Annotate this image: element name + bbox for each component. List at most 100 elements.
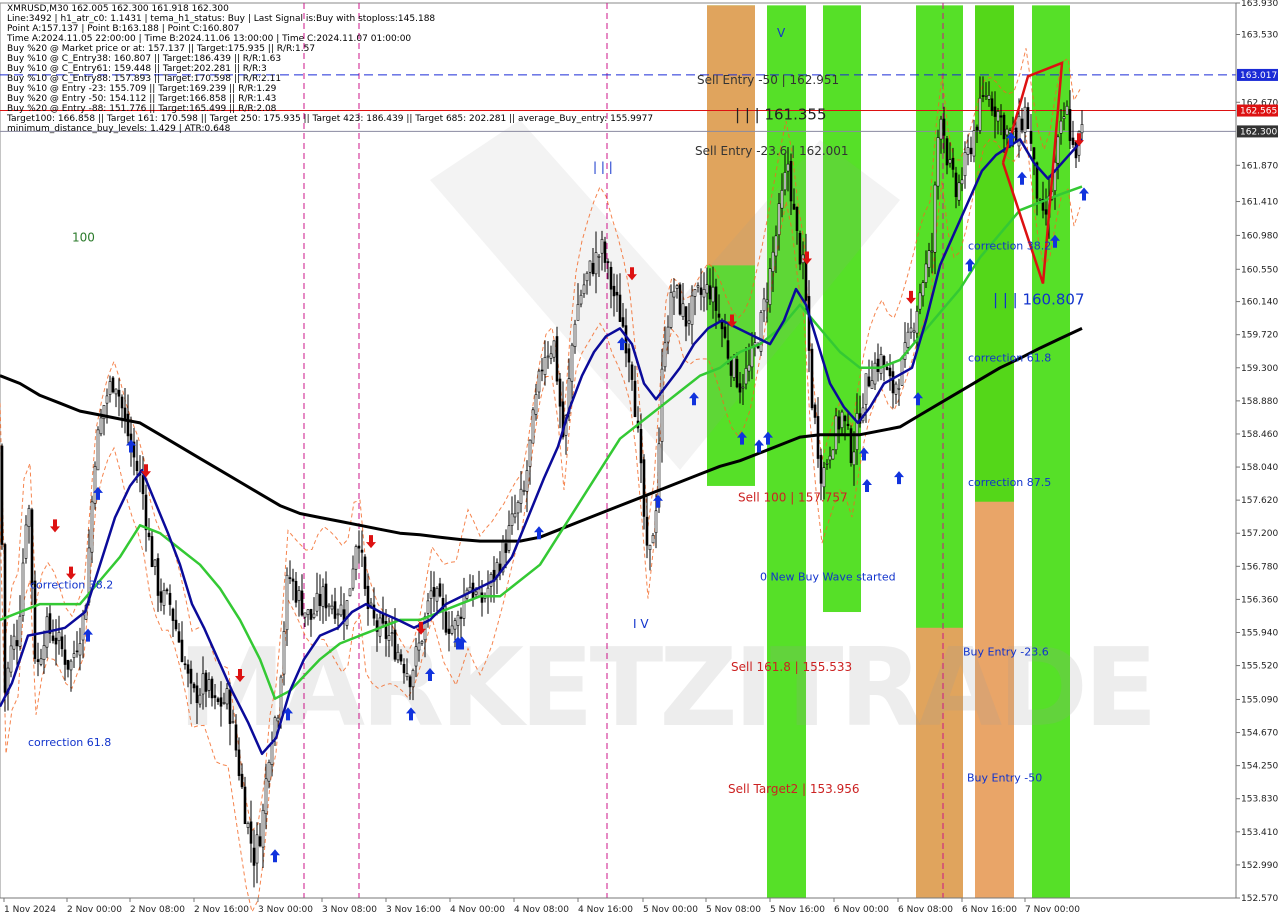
chart-annotation: Sell Entry -50 | 162.951 xyxy=(697,73,839,87)
candle-body xyxy=(216,698,220,702)
candle-body xyxy=(780,190,784,209)
candle-body xyxy=(972,130,976,157)
candle-body xyxy=(420,640,424,644)
candle-body xyxy=(843,415,847,422)
price-tick-label: 160.550 xyxy=(1241,265,1278,275)
candle-body xyxy=(399,654,403,662)
candle-body xyxy=(294,580,298,603)
candle-body xyxy=(915,311,919,334)
chart-annotation: | | | xyxy=(593,160,613,174)
candle-body xyxy=(438,583,442,597)
time-tick-label: 3 Nov 16:00 xyxy=(386,905,441,915)
candle-body xyxy=(99,417,103,435)
candle-body xyxy=(228,689,232,724)
info-line: Point A:157.137 | Point B:163.188 | Poin… xyxy=(7,24,240,34)
candle-body xyxy=(156,558,160,596)
price-tick-label: 158.460 xyxy=(1241,430,1278,440)
candle-body xyxy=(900,357,904,386)
time-tick-label: 6 Nov 08:00 xyxy=(898,905,953,915)
candle-body xyxy=(246,823,250,828)
signal-zone xyxy=(767,5,806,898)
candle-body xyxy=(318,594,322,606)
candle-body xyxy=(66,659,70,670)
candle-body xyxy=(810,348,814,409)
candle-body xyxy=(948,159,952,164)
candle-body xyxy=(654,510,658,534)
candle-body xyxy=(528,439,532,467)
candle-body xyxy=(201,673,205,695)
candle-body xyxy=(417,642,421,651)
candle-body xyxy=(510,513,514,526)
chart-window: { "colors": { "bull_candle": "#000000", … xyxy=(0,0,1280,920)
candle-body xyxy=(984,95,988,97)
candle-body xyxy=(276,717,280,722)
candle-body xyxy=(192,683,196,689)
candle-body xyxy=(180,639,184,662)
candle-body xyxy=(720,321,724,330)
candle-body xyxy=(924,263,928,283)
candle-body xyxy=(411,670,415,688)
candle-body xyxy=(408,676,412,688)
candle-body xyxy=(624,325,628,354)
candle-body xyxy=(957,182,961,201)
candle-body xyxy=(1068,109,1072,142)
price-chart[interactable]: MARKETZITRADESell Entry -50 | 162.951| |… xyxy=(0,0,1280,920)
time-tick-label: 4 Nov 16:00 xyxy=(578,905,633,915)
price-tick-label: 161.410 xyxy=(1241,198,1278,208)
candle-body xyxy=(684,306,688,327)
candle-body xyxy=(834,415,838,451)
candle-body xyxy=(837,416,841,430)
chart-annotation: 100 xyxy=(72,231,95,245)
candle-body xyxy=(456,614,460,626)
candle-body xyxy=(822,467,826,488)
candle-body xyxy=(474,591,478,595)
info-line: Line:3492 | h1_atr_c0: 1.1431 | tema_h1_… xyxy=(7,14,436,24)
candle-body xyxy=(393,629,397,660)
candle-body xyxy=(321,586,325,607)
candle-body xyxy=(714,286,718,311)
candle-body xyxy=(867,376,871,387)
candle-body xyxy=(171,608,175,621)
candle-body xyxy=(258,836,262,847)
price-tick-label: 159.720 xyxy=(1241,331,1278,341)
candle-body xyxy=(894,383,898,395)
candle-body xyxy=(360,549,364,553)
candle-body xyxy=(1065,105,1069,115)
candle-body xyxy=(36,659,40,662)
candle-body xyxy=(570,344,574,382)
candle-body xyxy=(345,600,349,626)
chart-annotation: | | | 161.355 xyxy=(735,106,827,124)
candle-body xyxy=(153,559,157,567)
candle-body xyxy=(618,294,622,322)
candle-body xyxy=(288,577,292,579)
time-tick-label: 6 Nov 16:00 xyxy=(962,905,1017,915)
candle-body xyxy=(15,640,19,647)
candle-body xyxy=(789,160,793,202)
candle-body xyxy=(963,152,967,177)
candle-body xyxy=(141,475,145,495)
chart-annotation: correction 61.8 xyxy=(28,736,111,749)
candle-body xyxy=(966,147,970,155)
candle-body xyxy=(990,98,994,112)
candle-body xyxy=(147,532,151,538)
candle-body xyxy=(210,678,214,699)
candle-body xyxy=(51,635,55,641)
candle-body xyxy=(423,616,427,641)
time-tick-label: 1 Nov 2024 xyxy=(4,905,56,915)
price-tick-label: 155.520 xyxy=(1241,662,1278,672)
candle-body xyxy=(339,604,343,616)
info-line: Buy %20 @ Market price or at: 157.137 ||… xyxy=(7,44,316,54)
candle-body xyxy=(96,429,100,471)
candle-body xyxy=(42,645,46,660)
candle-body xyxy=(669,292,673,328)
time-tick-label: 6 Nov 00:00 xyxy=(834,905,889,915)
candle-body xyxy=(777,203,781,236)
candle-body xyxy=(546,355,550,358)
candle-body xyxy=(759,312,763,352)
candle-body xyxy=(552,340,556,358)
time-tick-label: 3 Nov 00:00 xyxy=(258,905,313,915)
candle-body xyxy=(480,592,484,603)
candle-body xyxy=(252,847,256,866)
candle-body xyxy=(240,773,244,788)
candle-body xyxy=(300,590,304,616)
